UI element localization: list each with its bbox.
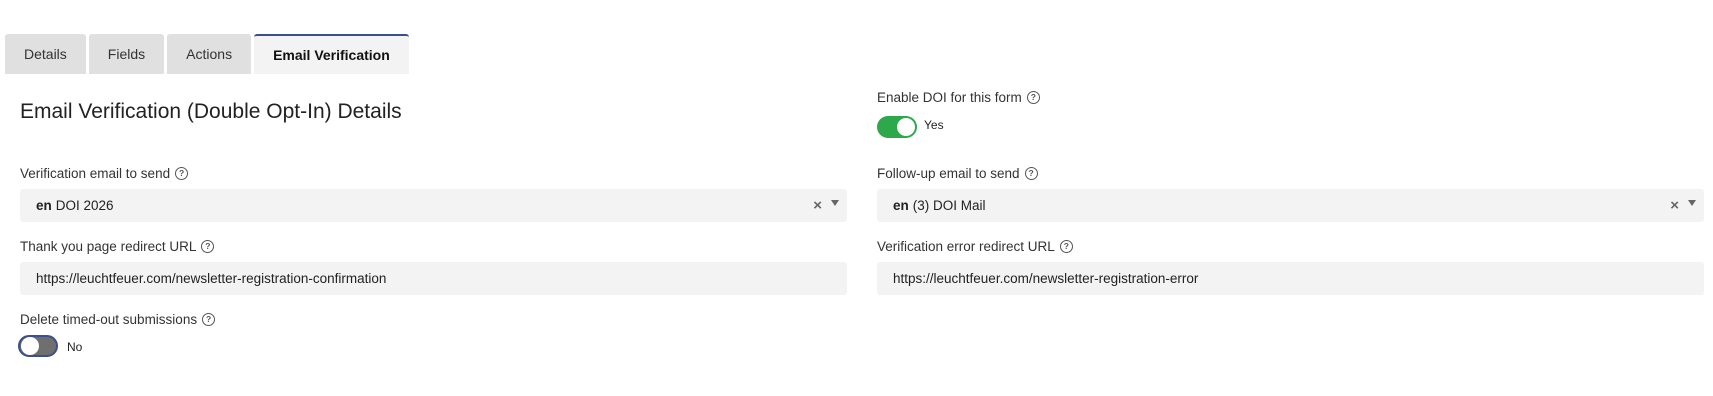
thankyou-url-input[interactable]: https://leuchtfeuer.com/newsletter-regis…	[20, 262, 847, 295]
help-icon[interactable]: ?	[202, 313, 216, 326]
error-url-input[interactable]: https://leuchtfeuer.com/newsletter-regis…	[877, 262, 1704, 295]
toggle-knob	[21, 337, 39, 355]
caret-down-icon[interactable]	[1688, 200, 1696, 206]
delete-timed-out-label-text: Delete timed-out submissions	[20, 312, 198, 327]
page-title: Email Verification (Double Opt-In) Detai…	[20, 100, 402, 123]
enable-doi-toggle[interactable]	[877, 116, 917, 138]
verification-email-label-text: Verification email to send	[20, 166, 171, 181]
thankyou-url-value: https://leuchtfeuer.com/newsletter-regis…	[36, 271, 387, 286]
tab-details[interactable]: Details	[5, 34, 86, 74]
enable-doi-state: Yes	[924, 118, 944, 132]
help-icon[interactable]: ?	[175, 167, 189, 180]
caret-down-icon[interactable]	[831, 200, 839, 206]
error-url-label-text: Verification error redirect URL	[877, 239, 1055, 254]
tab-bar: Details Fields Actions Email Verificatio…	[5, 34, 409, 74]
followup-email-value: (3) DOI Mail	[912, 198, 986, 213]
verification-email-select[interactable]: en DOI 2026 ×	[20, 189, 847, 222]
tab-email-verification[interactable]: Email Verification	[254, 34, 409, 74]
delete-timed-out-state: No	[67, 340, 83, 354]
followup-email-label-text: Follow-up email to send	[877, 166, 1020, 181]
tab-fields[interactable]: Fields	[88, 34, 165, 74]
enable-doi-label: Enable DOI for this form ?	[877, 90, 1040, 105]
help-icon[interactable]: ?	[1026, 91, 1040, 104]
help-icon[interactable]: ?	[201, 240, 215, 253]
delete-timed-out-label: Delete timed-out submissions ?	[20, 312, 216, 327]
toggle-knob	[897, 118, 915, 136]
clear-x-icon[interactable]: ×	[813, 197, 822, 214]
enable-doi-label-text: Enable DOI for this form	[877, 90, 1022, 105]
thankyou-url-label-text: Thank you page redirect URL	[20, 239, 197, 254]
error-url-label: Verification error redirect URL ?	[877, 239, 1073, 254]
verification-email-value: DOI 2026	[55, 198, 114, 213]
error-url-value: https://leuchtfeuer.com/newsletter-regis…	[893, 271, 1199, 286]
thankyou-url-label: Thank you page redirect URL ?	[20, 239, 215, 254]
help-icon[interactable]: ?	[1024, 167, 1038, 180]
tab-actions[interactable]: Actions	[167, 34, 252, 74]
delete-timed-out-toggle[interactable]	[18, 335, 58, 357]
clear-x-icon[interactable]: ×	[1670, 197, 1679, 214]
followup-email-select[interactable]: en (3) DOI Mail ×	[877, 189, 1704, 222]
followup-email-label: Follow-up email to send ?	[877, 166, 1038, 181]
verification-email-label: Verification email to send ?	[20, 166, 189, 181]
language-code: en	[36, 198, 52, 213]
language-code: en	[893, 198, 909, 213]
help-icon[interactable]: ?	[1059, 240, 1073, 253]
